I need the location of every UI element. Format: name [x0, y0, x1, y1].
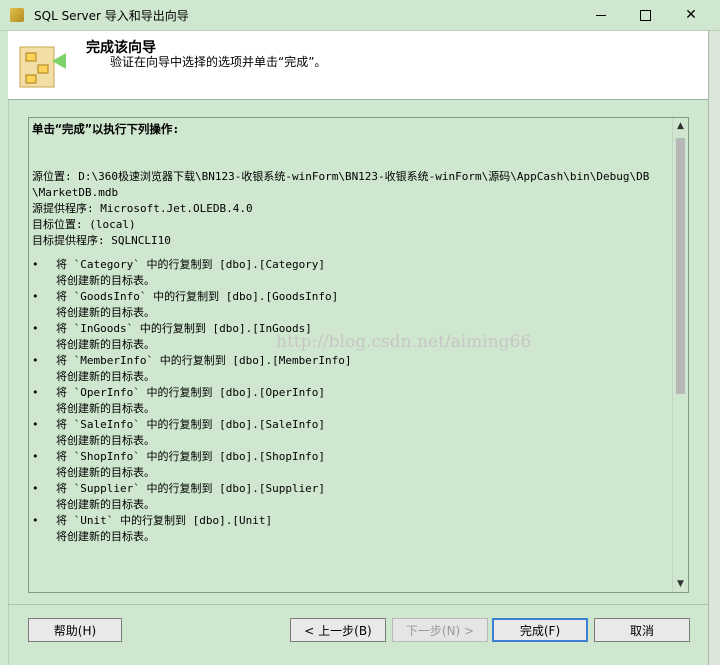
- copy-action-text: 将 `InGoods` 中的行复制到 [dbo].[InGoods]: [56, 322, 312, 335]
- bullet-icon: •: [32, 482, 39, 495]
- target-provider-line: 目标提供程序: SQLNCLI10: [32, 234, 171, 247]
- copy-action-note: 将创建新的目标表。: [56, 338, 155, 351]
- bullet-icon: •: [32, 386, 39, 399]
- copy-action-text: 将 `OperInfo` 中的行复制到 [dbo].[OperInfo]: [56, 386, 326, 399]
- copy-action-text: 将 `SaleInfo` 中的行复制到 [dbo].[SaleInfo]: [56, 418, 326, 431]
- close-icon: ✕: [685, 7, 697, 23]
- copy-action-note: 将创建新的目标表。: [56, 274, 155, 287]
- source-provider-line: 源提供程序: Microsoft.Jet.OLEDB.4.0: [32, 202, 253, 215]
- help-button[interactable]: 帮助(H): [28, 618, 122, 642]
- minimize-button[interactable]: [578, 0, 624, 30]
- copy-action-item: • 将 `InGoods` 中的行复制到 [dbo].[InGoods]: [30, 321, 673, 337]
- scrollbar-thumb[interactable]: [676, 138, 685, 394]
- copy-action-text: 将 `Category` 中的行复制到 [dbo].[Category]: [56, 258, 326, 271]
- copy-action-text: 将 `GoodsInfo` 中的行复制到 [dbo].[GoodsInfo]: [56, 290, 339, 303]
- copy-action-note: 将创建新的目标表。: [56, 306, 155, 319]
- copy-action-note: 将创建新的目标表。: [56, 434, 155, 447]
- finish-button[interactable]: 完成(F): [492, 618, 588, 642]
- copy-action-item: • 将 `Unit` 中的行复制到 [dbo].[Unit]: [30, 513, 673, 529]
- bullet-icon: •: [32, 450, 39, 463]
- bullet-icon: •: [32, 514, 39, 527]
- footer-separator: [8, 604, 708, 605]
- window-title: SQL Server 导入和导出向导: [34, 9, 189, 23]
- summary-text[interactable]: 单击“完成”以执行下列操作: 源位置: D:\360极速浏览器下载\BN123-…: [30, 119, 673, 591]
- copy-action-note: 将创建新的目标表。: [56, 402, 155, 415]
- copy-action-note: 将创建新的目标表。: [56, 466, 155, 479]
- bullet-icon: •: [32, 418, 39, 431]
- wizard-app-icon: [10, 8, 24, 22]
- wizard-subtitle: 验证在向导中选择的选项并单击“完成”。: [110, 55, 327, 69]
- copy-action-item: • 将 `Supplier` 中的行复制到 [dbo].[Supplier]: [30, 481, 673, 497]
- back-button[interactable]: < 上一步(B): [290, 618, 386, 642]
- summary-heading: 单击“完成”以执行下列操作:: [32, 122, 180, 136]
- next-button[interactable]: 下一步(N) >: [392, 618, 488, 642]
- bullet-icon: •: [32, 354, 39, 367]
- copy-action-item: • 将 `SaleInfo` 中的行复制到 [dbo].[SaleInfo]: [30, 417, 673, 433]
- copy-action-item: • 将 `ShopInfo` 中的行复制到 [dbo].[ShopInfo]: [30, 449, 673, 465]
- copy-action-text: 将 `MemberInfo` 中的行复制到 [dbo].[MemberInfo]: [56, 354, 352, 367]
- copy-action-note: 将创建新的目标表。: [56, 530, 155, 543]
- title-bar: SQL Server 导入和导出向导 ✕: [0, 0, 720, 31]
- database-wizard-icon: [19, 46, 66, 88]
- copy-action-text: 将 `ShopInfo` 中的行复制到 [dbo].[ShopInfo]: [56, 450, 326, 463]
- maximize-icon: [639, 9, 651, 21]
- copy-action-text: 将 `Unit` 中的行复制到 [dbo].[Unit]: [56, 514, 273, 527]
- copy-actions-list: • 将 `Category` 中的行复制到 [dbo].[Category] 将创建…: [30, 257, 673, 545]
- summary-panel: 单击“完成”以执行下列操作: 源位置: D:\360极速浏览器下载\BN123-…: [28, 117, 689, 593]
- left-window-edge: [0, 31, 9, 665]
- bullet-icon: •: [32, 290, 39, 303]
- vertical-scrollbar[interactable]: ▲ ▼: [672, 118, 688, 592]
- minimize-icon: [596, 14, 606, 16]
- copy-action-text: 将 `Supplier` 中的行复制到 [dbo].[Supplier]: [56, 482, 326, 495]
- bullet-icon: •: [32, 322, 39, 335]
- copy-action-note: 将创建新的目标表。: [56, 370, 155, 383]
- chevron-down-icon[interactable]: ▼: [673, 576, 688, 592]
- cancel-button[interactable]: 取消: [594, 618, 690, 642]
- chevron-up-icon[interactable]: ▲: [673, 118, 688, 134]
- maximize-button[interactable]: [622, 0, 668, 30]
- source-location-line: 源位置: D:\360极速浏览器下载\BN123-收银系统-winForm\BN…: [32, 170, 650, 183]
- bullet-icon: •: [32, 258, 39, 271]
- copy-action-item: • 将 `Category` 中的行复制到 [dbo].[Category]: [30, 257, 673, 273]
- wizard-header: 完成该向导 验证在向导中选择的选项并单击“完成”。: [8, 31, 708, 100]
- copy-action-item: • 将 `MemberInfo` 中的行复制到 [dbo].[MemberInfo…: [30, 353, 673, 369]
- copy-action-item: • 将 `OperInfo` 中的行复制到 [dbo].[OperInfo]: [30, 385, 673, 401]
- copy-action-item: • 将 `GoodsInfo` 中的行复制到 [dbo].[GoodsInfo]: [30, 289, 673, 305]
- close-button[interactable]: ✕: [668, 0, 714, 30]
- copy-action-note: 将创建新的目标表。: [56, 498, 155, 511]
- target-location-line: 目标位置: (local): [32, 218, 136, 231]
- background-window-edge: [708, 31, 720, 665]
- source-location-line-cont: \MarketDB.mdb: [32, 186, 119, 199]
